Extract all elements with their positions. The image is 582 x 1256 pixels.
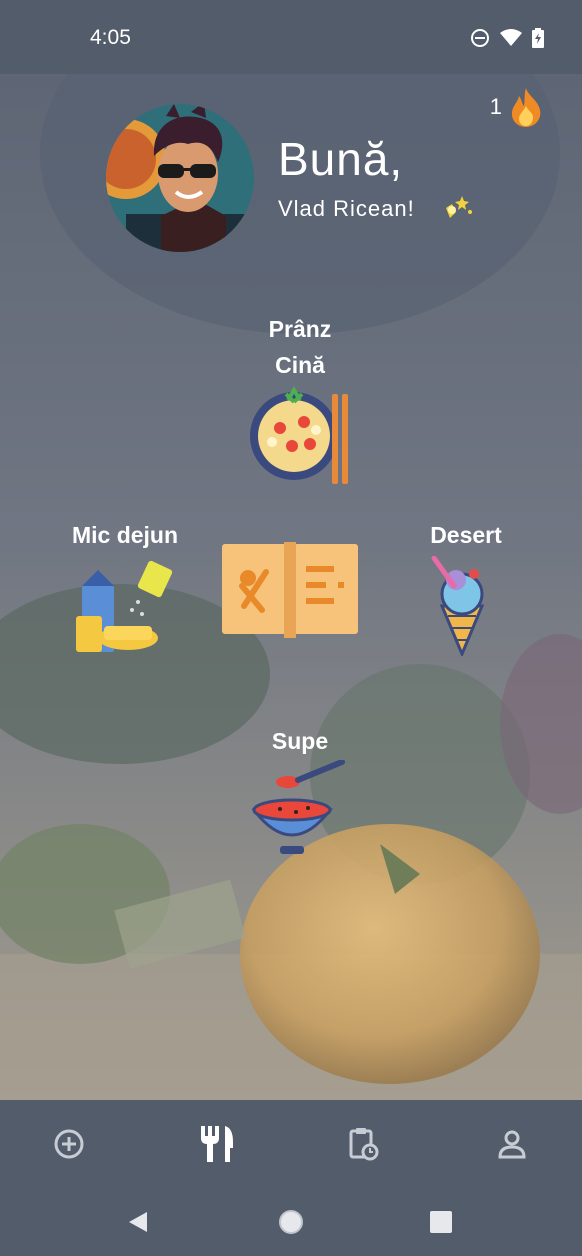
recents-square-icon xyxy=(430,1211,452,1233)
nav-recipes[interactable] xyxy=(192,1120,240,1168)
category-breakfast-label[interactable]: Mic dejun xyxy=(60,522,190,549)
avatar[interactable] xyxy=(106,104,254,252)
menu-book-icon[interactable] xyxy=(222,542,358,638)
system-back-button[interactable] xyxy=(120,1204,156,1240)
system-recents-button[interactable] xyxy=(423,1204,459,1240)
app-screen: 4:05 1 Bună, Vlad Ricean! Prânz Cină Mic… xyxy=(0,0,582,1256)
status-time: 4:05 xyxy=(90,26,131,49)
breakfast-icon[interactable] xyxy=(76,556,176,656)
nav-add[interactable] xyxy=(45,1120,93,1168)
bottom-navigation xyxy=(0,1100,582,1186)
wifi-icon xyxy=(500,29,522,46)
do-not-disturb-icon xyxy=(471,29,489,47)
category-lunch-label[interactable]: Prânz xyxy=(230,316,370,343)
category-dinner-label[interactable]: Cină xyxy=(230,352,370,379)
streak-count: 1 xyxy=(489,94,502,119)
sparkle-icon xyxy=(446,196,472,218)
pasta-bowl-icon[interactable] xyxy=(248,386,352,486)
fork-knife-icon xyxy=(201,1126,233,1162)
battery-charging-icon xyxy=(532,28,544,48)
category-dessert-label[interactable]: Desert xyxy=(416,522,516,549)
system-home-button[interactable] xyxy=(273,1204,309,1240)
user-name: Vlad Ricean! xyxy=(278,196,415,221)
system-navigation-bar xyxy=(0,1186,582,1256)
clipboard-clock-icon xyxy=(349,1128,379,1161)
status-icons xyxy=(470,28,544,48)
streak-counter[interactable]: 1 xyxy=(490,86,544,128)
status-bar: 4:05 xyxy=(0,0,582,74)
back-triangle-icon xyxy=(129,1212,147,1232)
nav-schedule[interactable] xyxy=(340,1120,388,1168)
plus-circle-icon xyxy=(54,1129,84,1159)
fire-icon xyxy=(511,88,541,127)
nav-profile[interactable] xyxy=(488,1120,536,1168)
ice-cream-icon[interactable] xyxy=(426,556,498,656)
category-soups-label[interactable]: Supe xyxy=(240,728,360,755)
home-circle-icon xyxy=(279,1210,303,1234)
soup-bowl-icon[interactable] xyxy=(252,760,348,860)
greeting-title: Bună, xyxy=(278,133,404,185)
person-icon xyxy=(498,1130,526,1159)
